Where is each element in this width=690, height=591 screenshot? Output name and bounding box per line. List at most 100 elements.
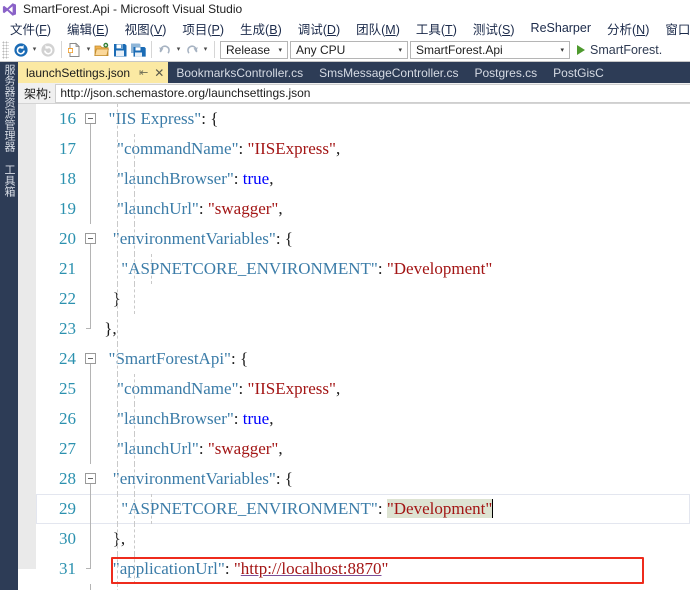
open-folder-icon[interactable] xyxy=(93,40,111,60)
code-token: }, xyxy=(100,319,117,338)
document-tab-0[interactable]: launchSettings.json ⇥ ✕ xyxy=(18,62,169,83)
menu-accelerator: B xyxy=(269,22,278,37)
menu-item-3[interactable]: 项目(P) xyxy=(174,19,232,38)
code-line[interactable]: 28 "environmentVariables": { xyxy=(36,464,690,494)
fold-margin-cell[interactable] xyxy=(82,554,100,584)
fold-line xyxy=(90,554,91,569)
document-area: launchSettings.json ⇥ ✕ BookmarksController… xyxy=(18,62,690,590)
navigate-back-icon[interactable] xyxy=(12,40,30,60)
collapse-region-icon[interactable] xyxy=(85,113,96,124)
code-line[interactable]: 25 "commandName": "IISExpress", xyxy=(36,374,690,404)
code-lines-container[interactable]: 16 "IIS Express": {17 "commandName": "II… xyxy=(36,104,690,590)
fold-margin-cell[interactable] xyxy=(82,104,100,134)
code-token: "ASPNETCORE_ENVIRONMENT" xyxy=(121,259,378,278)
configuration-combo[interactable]: Release ▾ xyxy=(220,40,288,59)
code-text: "IIS Express": { xyxy=(100,104,690,134)
fold-margin-cell[interactable] xyxy=(82,404,100,434)
fold-margin-cell[interactable] xyxy=(82,224,100,254)
fold-margin-cell[interactable] xyxy=(82,134,100,164)
fold-margin-cell[interactable] xyxy=(82,374,100,404)
code-token: http://localhost:8870 xyxy=(240,559,382,578)
code-line[interactable]: 19 "launchUrl": "swagger", xyxy=(36,194,690,224)
save-all-icon[interactable] xyxy=(129,40,147,60)
code-line[interactable]: 16 "IIS Express": { xyxy=(36,104,690,134)
collapse-region-icon[interactable] xyxy=(85,353,96,364)
indent-guide xyxy=(134,284,135,314)
code-line[interactable]: 30 }, xyxy=(36,524,690,554)
code-token: true xyxy=(242,409,270,428)
save-icon[interactable] xyxy=(111,40,129,60)
menu-item-5[interactable]: 调试(D) xyxy=(290,19,348,38)
code-line[interactable]: 24 "SmartForestApi": { xyxy=(36,344,690,374)
code-line[interactable]: 23 }, xyxy=(36,314,690,344)
code-line[interactable]: 26 "launchBrowser": true, xyxy=(36,404,690,434)
indent-guide xyxy=(151,494,152,524)
code-line[interactable]: 21 "ASPNETCORE_ENVIRONMENT": "Developmen… xyxy=(36,254,690,284)
code-line[interactable]: 20 "environmentVariables": { xyxy=(36,224,690,254)
toolbar-grip[interactable] xyxy=(2,40,9,59)
code-line[interactable]: 27 "launchUrl": "swagger", xyxy=(36,434,690,464)
dock-item-toolbox[interactable]: 工具箱 xyxy=(0,164,18,197)
code-token: , xyxy=(335,379,341,398)
code-line[interactable]: 22 } xyxy=(36,284,690,314)
menu-item-4[interactable]: 生成(B) xyxy=(232,19,290,38)
close-icon[interactable]: ✕ xyxy=(154,66,164,80)
menu-item-7[interactable]: 工具(T) xyxy=(408,19,465,38)
menu-item-11[interactable]: 窗口(W) xyxy=(657,19,690,38)
fold-margin-cell[interactable] xyxy=(82,284,100,314)
pin-icon[interactable]: ⇥ xyxy=(139,66,148,79)
fold-line xyxy=(90,494,91,524)
menu-accelerator: P xyxy=(211,22,220,37)
menu-item-6[interactable]: 团队(M) xyxy=(348,19,408,38)
line-number: 25 xyxy=(59,379,76,398)
menu-item-9[interactable]: ReSharper xyxy=(523,21,599,35)
dock-item-server-explorer[interactable]: 服务器资源管理器 xyxy=(0,64,18,152)
document-tab-4[interactable]: PostGisC xyxy=(545,62,612,83)
fold-margin-cell[interactable] xyxy=(82,464,100,494)
code-token: : { xyxy=(275,229,293,248)
fold-margin-cell[interactable] xyxy=(82,314,100,344)
line-number: 22 xyxy=(59,289,76,308)
fold-line xyxy=(90,374,91,404)
code-line[interactable]: 31 "applicationUrl": "http://localhost:8… xyxy=(36,554,690,584)
indent-guide xyxy=(117,434,118,464)
document-tab-3[interactable]: Postgres.cs xyxy=(466,62,545,83)
code-token: } xyxy=(100,589,117,590)
code-line[interactable]: 18 "launchBrowser": true, xyxy=(36,164,690,194)
schema-input[interactable]: http://json.schemastore.org/launchsettin… xyxy=(55,83,690,103)
fold-margin-cell[interactable] xyxy=(82,524,100,554)
platform-combo[interactable]: Any CPU ▾ xyxy=(290,40,408,59)
fold-margin-cell[interactable] xyxy=(82,434,100,464)
code-text: } xyxy=(100,284,690,314)
code-line[interactable]: 32 } xyxy=(36,584,690,590)
redo-dropdown-icon: ▾ xyxy=(203,45,208,53)
collapse-region-icon[interactable] xyxy=(85,233,96,244)
fold-margin-cell[interactable] xyxy=(82,344,100,374)
new-item-icon[interactable] xyxy=(66,40,84,60)
line-number: 21 xyxy=(59,259,76,278)
startup-project-combo[interactable]: SmartForest.Api ▾ xyxy=(410,40,570,59)
menu-item-2[interactable]: 视图(V) xyxy=(117,19,175,38)
menu-item-1[interactable]: 编辑(E) xyxy=(59,19,117,38)
indent-guide xyxy=(134,254,135,284)
document-tab-1[interactable]: BookmarksController.cs xyxy=(168,62,311,83)
code-token: : { xyxy=(201,109,219,128)
document-tab-2[interactable]: SmsMessageController.cs xyxy=(311,62,466,83)
fold-margin-cell[interactable] xyxy=(82,194,100,224)
startup-project-value: SmartForest.Api xyxy=(416,42,503,57)
menu-item-0[interactable]: 文件(F) xyxy=(2,19,59,38)
run-button[interactable]: SmartForest. xyxy=(575,40,662,60)
left-dock-strip: 服务器资源管理器 工具箱 xyxy=(0,62,18,590)
fold-margin-cell[interactable] xyxy=(82,494,100,524)
fold-margin-cell[interactable] xyxy=(82,254,100,284)
collapse-region-icon[interactable] xyxy=(85,473,96,484)
new-item-dropdown-icon[interactable]: ▾ xyxy=(84,40,93,60)
fold-margin-cell[interactable] xyxy=(82,164,100,194)
navigate-back-dropdown-icon[interactable]: ▾ xyxy=(30,40,39,60)
code-text: "SmartForestApi": { xyxy=(100,344,690,374)
code-line[interactable]: 29 "ASPNETCORE_ENVIRONMENT": "Developmen… xyxy=(36,494,690,524)
menu-item-10[interactable]: 分析(N) xyxy=(599,19,657,38)
menu-item-8[interactable]: 测试(S) xyxy=(465,19,523,38)
fold-margin-cell[interactable] xyxy=(82,584,100,590)
code-line[interactable]: 17 "commandName": "IISExpress", xyxy=(36,134,690,164)
